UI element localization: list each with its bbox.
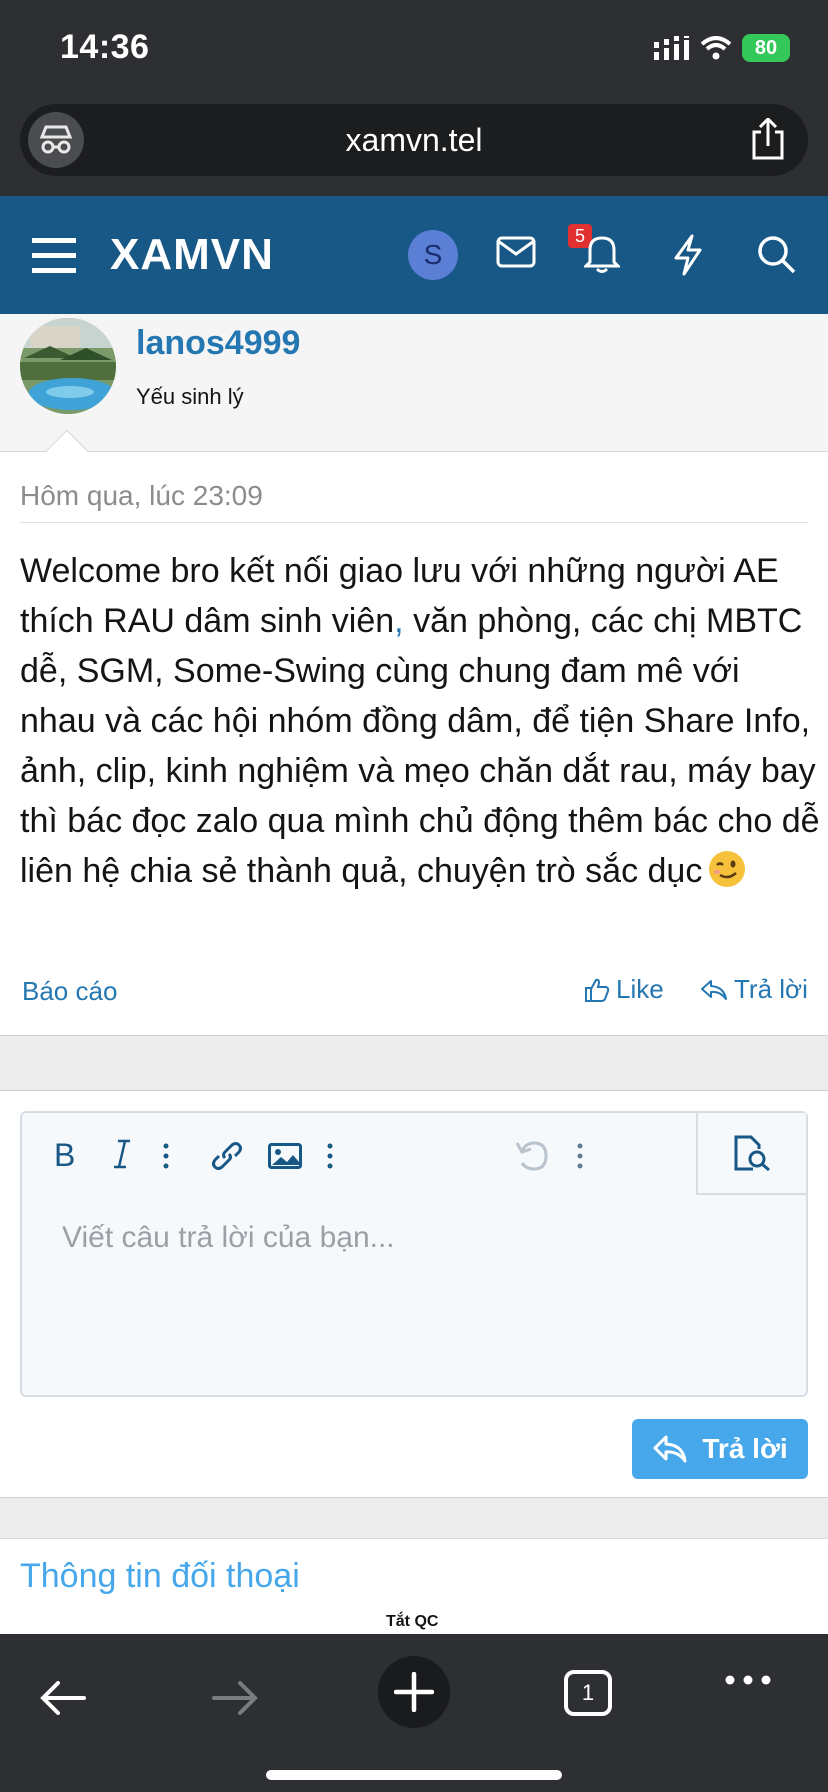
status-icons: 80 (654, 34, 790, 62)
reply-link-label: Trả lời (734, 974, 808, 1004)
poster-username[interactable]: lanos4999 (136, 324, 300, 363)
quick-reply-area: B Viết câu trả lời của bạn... Trả lời (0, 1090, 828, 1498)
post-body-part-b: văn phòng, các chị MBTC dễ, SGM, Some-Sw… (20, 602, 820, 890)
reply-arrow-icon (700, 978, 728, 1002)
more-options-icon[interactable] (576, 1143, 584, 1169)
tab-count: 1 (581, 1680, 595, 1705)
link-icon[interactable] (210, 1139, 244, 1173)
image-icon[interactable] (268, 1143, 302, 1169)
inbox-icon[interactable] (496, 236, 536, 268)
more-text-options-icon[interactable] (162, 1143, 170, 1169)
submit-reply-label: Trả lời (702, 1433, 788, 1464)
thread-info-block: Thông tin đối thoại Tắt QC (0, 1538, 828, 1638)
browser-toolbar: 1 (0, 1634, 828, 1792)
share-icon[interactable] (750, 118, 786, 160)
home-indicator (266, 1770, 562, 1780)
poster-user-title: Yếu sinh lý (136, 384, 244, 409)
bell-icon[interactable] (584, 232, 620, 274)
address-bar[interactable]: xamvn.tel (20, 104, 808, 176)
plus-icon (394, 1672, 434, 1712)
more-insert-options-icon[interactable] (326, 1143, 334, 1169)
post-divider (20, 522, 808, 523)
status-time: 14:36 (60, 28, 150, 66)
avatar-letter: S (423, 239, 443, 270)
site-header: XAMVN S 5 (0, 196, 828, 314)
back-arrow-icon[interactable] (40, 1680, 86, 1716)
post-user-block: lanos4999 Yếu sinh lý (0, 314, 828, 473)
post-message: Hôm qua, lúc 23:09 Welcome bro kết nối g… (0, 452, 828, 1036)
user-avatar-button[interactable]: S (408, 230, 458, 280)
like-button[interactable]: Like (584, 974, 664, 1005)
site-logo[interactable]: XAMVN (110, 230, 274, 280)
search-icon[interactable] (756, 234, 796, 274)
forward-arrow-icon[interactable] (212, 1680, 258, 1716)
battery-level: 80 (754, 36, 778, 59)
browser-chrome: xamvn.tel (0, 100, 828, 196)
signal-icon (654, 36, 690, 60)
bold-icon[interactable]: B (52, 1139, 76, 1169)
submit-reply-button[interactable]: Trả lời (632, 1419, 808, 1479)
report-link[interactable]: Báo cáo (22, 976, 117, 1007)
whats-new-icon[interactable] (672, 234, 704, 276)
url-text[interactable]: xamvn.tel (20, 122, 808, 159)
wifi-icon (700, 36, 732, 60)
poster-avatar[interactable] (20, 318, 116, 414)
post-body: Welcome bro kết nối giao lưu với những n… (20, 546, 820, 896)
post-actions: Báo cáo Like Trả lời (0, 972, 828, 1012)
battery-icon: 80 (742, 34, 790, 62)
wink-emoji-icon (708, 850, 746, 888)
menu-icon[interactable] (32, 236, 76, 274)
status-bar: 14:36 80 (0, 0, 828, 100)
more-menu-icon[interactable] (724, 1674, 772, 1686)
reply-editor: B Viết câu trả lời của bạn... (20, 1111, 808, 1397)
reply-input[interactable]: Viết câu trả lời của bạn... (62, 1221, 395, 1255)
post-date[interactable]: Hôm qua, lúc 23:09 (20, 480, 263, 512)
italic-icon[interactable] (112, 1139, 132, 1169)
new-tab-button[interactable] (378, 1656, 450, 1728)
undo-icon[interactable] (514, 1139, 550, 1173)
post-body-comma: , (394, 602, 404, 640)
preview-icon[interactable] (696, 1113, 806, 1195)
toggle-ads-label[interactable]: Tắt QC (380, 1611, 445, 1633)
reply-link[interactable]: Trả lời (700, 974, 808, 1005)
thumbs-up-icon (584, 977, 610, 1003)
svg-text:B: B (54, 1139, 75, 1169)
thread-info-title: Thông tin đối thoại (20, 1557, 300, 1595)
reply-arrow-icon (652, 1434, 688, 1464)
tabs-button[interactable]: 1 (564, 1670, 612, 1716)
like-label: Like (616, 974, 664, 1004)
